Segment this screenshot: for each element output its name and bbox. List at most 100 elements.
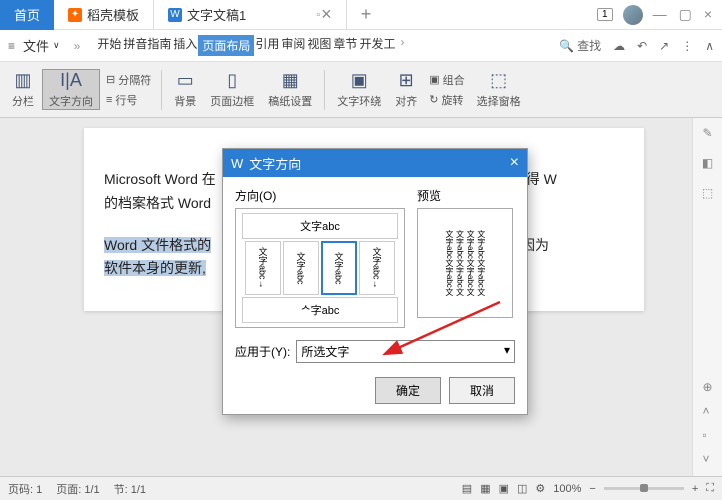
statusbar: 页码: 1 页面: 1/1 节: 1/1 ▤ ▦ ▣ ◫ ⚙ 100% − + …	[0, 476, 722, 500]
preview-text: 文字abc文字abc文	[444, 230, 454, 296]
orientation-label: 方向(O)	[235, 187, 405, 204]
menu-tabs: 开始 拼音指南 插入 页面布局 引用 审阅 视图 章节 开发工 ›	[96, 35, 408, 56]
menu-tab-view[interactable]: 视图	[306, 35, 332, 56]
edit-icon[interactable]: ✎	[702, 126, 712, 140]
orient-option-4[interactable]: 文字abc→	[359, 241, 395, 295]
jump-icon[interactable]: ⊕	[702, 380, 712, 394]
orientation-group: 文字abc 文字abc→ 文字abc 文字abc 文字abc→ ᄉ字abc	[235, 208, 405, 328]
avatar[interactable]	[623, 5, 643, 25]
columns-icon: ▥	[14, 70, 31, 91]
line-numbers-button[interactable]: ≡行号	[106, 92, 151, 108]
menu-tab-start[interactable]: 开始	[96, 35, 122, 56]
menu-tab-reference[interactable]: 引用	[254, 35, 280, 56]
align-button[interactable]: ⊞ 对齐	[389, 70, 423, 109]
zoom-out-icon[interactable]: −	[589, 483, 595, 495]
collapse-icon[interactable]: ∧	[705, 39, 714, 53]
ribbon-label: 分栏	[12, 93, 34, 109]
view-icon[interactable]: ▤	[462, 482, 472, 495]
text-direction-icon: I|A	[60, 70, 82, 91]
file-menu[interactable]: 文件 ∨	[17, 36, 66, 55]
preview-text: 文字abc文字abc文	[476, 230, 486, 296]
overflow-icon[interactable]: ›	[396, 35, 408, 56]
ribbon-label: 背景	[174, 93, 196, 109]
close-window-icon[interactable]: ×	[704, 6, 712, 23]
wrap-icon: ▣	[351, 70, 368, 91]
down-icon[interactable]: ˅	[702, 452, 712, 466]
menu-tab-layout[interactable]: 页面布局	[198, 35, 254, 56]
cancel-button[interactable]: 取消	[449, 377, 515, 404]
preview-label: 预览	[417, 187, 513, 204]
columns-button[interactable]: ▥ 分栏	[6, 70, 40, 109]
preview-text: 文字abc文字abc文	[455, 230, 465, 296]
cloud-icon[interactable]: ☁	[613, 39, 625, 53]
paper-setup-button[interactable]: ▦ 稿纸设置	[262, 70, 318, 109]
selected-text: Word 文件格式的	[104, 237, 211, 253]
text: Microsoft Word 在	[104, 171, 216, 187]
text-direction-dialog: W 文字方向 × 方向(O) 文字abc 文字abc→ 文字abc 文字abc …	[222, 148, 528, 415]
tab-label: 稻壳模板	[87, 5, 139, 24]
apply-label: 应用于(Y):	[235, 343, 290, 360]
ribbon-label: 文字环绕	[337, 93, 381, 109]
page-border-button[interactable]: ▯ 页面边框	[204, 70, 260, 109]
view-icon[interactable]: ▣	[499, 482, 509, 495]
menu-tab-pinyin[interactable]: 拼音指南	[122, 35, 172, 56]
page-icon[interactable]: ▫	[702, 428, 712, 442]
status-section[interactable]: 节: 1/1	[114, 481, 146, 497]
orient-option-3[interactable]: 文字abc	[321, 241, 357, 295]
tab-template[interactable]: ✦ 稻壳模板	[54, 0, 153, 30]
share-icon[interactable]: ↗	[659, 39, 669, 53]
ok-button[interactable]: 确定	[375, 377, 441, 404]
close-icon[interactable]: ×	[321, 4, 332, 25]
view-icon[interactable]: ◫	[517, 482, 527, 495]
notification-badge[interactable]: 1	[597, 8, 613, 21]
menu-tab-dev[interactable]: 开发工	[358, 35, 396, 56]
zoom-value[interactable]: 100%	[553, 483, 581, 495]
more-icon[interactable]: ⋮	[681, 39, 693, 53]
zoom-slider[interactable]	[604, 487, 684, 490]
maximize-icon[interactable]: ▢	[679, 6, 692, 23]
menu-tab-insert[interactable]: 插入	[172, 35, 198, 56]
fullscreen-icon[interactable]: ⛶	[706, 482, 714, 495]
orient-option-1[interactable]: 文字abc→	[245, 241, 281, 295]
tab-options-icon[interactable]: ▫	[316, 9, 320, 21]
separator-button[interactable]: ⊟分隔符	[106, 72, 151, 88]
undo-icon[interactable]: ↶	[637, 39, 647, 53]
minimize-icon[interactable]: —	[653, 6, 667, 23]
view-icon[interactable]: ▦	[480, 482, 490, 495]
up-icon[interactable]: ˄	[702, 404, 712, 418]
search-icon: 🔍	[559, 39, 574, 53]
zoom-in-icon[interactable]: +	[692, 483, 698, 495]
orient-horizontal[interactable]: 文字abc	[242, 213, 398, 239]
search-button[interactable]: 🔍 查找	[559, 37, 601, 54]
ribbon: ▥ 分栏 I|A 文字方向 ⊟分隔符 ≡行号 ▭ 背景 ▯ 页面边框 ▦ 稿纸设…	[0, 62, 722, 118]
chevron-down-icon: ▾	[504, 343, 510, 360]
selection-pane-button[interactable]: ⬚ 选择窗格	[471, 70, 527, 109]
orient-bottom[interactable]: ᄉ字abc	[242, 297, 398, 323]
ribbon-label: 行号	[115, 92, 137, 108]
status-page-num[interactable]: 页码: 1	[8, 481, 42, 497]
dialog-titlebar[interactable]: W 文字方向 ×	[223, 149, 527, 177]
text-direction-button[interactable]: I|A 文字方向	[42, 69, 100, 110]
file-label: 文件	[23, 36, 49, 55]
close-icon[interactable]: ×	[510, 154, 519, 172]
menu-tab-review[interactable]: 审阅	[280, 35, 306, 56]
palette-icon[interactable]: ◧	[702, 156, 713, 170]
settings-icon[interactable]: ⚙	[535, 482, 545, 495]
orient-option-2[interactable]: 文字abc	[283, 241, 319, 295]
new-tab-button[interactable]: +	[347, 0, 386, 30]
rotate-button[interactable]: ↻旋转	[429, 92, 464, 108]
overflow-icon[interactable]: »	[68, 39, 87, 53]
status-pages[interactable]: 页面: 1/1	[56, 481, 99, 497]
group-button[interactable]: ▣组合	[429, 72, 464, 88]
ribbon-label: 组合	[443, 72, 465, 88]
apply-select[interactable]: 所选文字 ▾	[296, 340, 515, 363]
menu-icon[interactable]: ≡	[8, 39, 15, 53]
tab-home[interactable]: 首页	[0, 0, 54, 30]
page-border-icon: ▯	[227, 70, 237, 91]
menubar: ≡ 文件 ∨ » 开始 拼音指南 插入 页面布局 引用 审阅 视图 章节 开发工…	[0, 30, 722, 62]
text-wrap-button[interactable]: ▣ 文字环绕	[331, 70, 387, 109]
select-icon[interactable]: ⬚	[702, 186, 713, 200]
tab-document[interactable]: W 文字文稿1 ▫ ×	[153, 0, 347, 30]
menu-tab-section[interactable]: 章节	[332, 35, 358, 56]
background-button[interactable]: ▭ 背景	[168, 70, 202, 109]
